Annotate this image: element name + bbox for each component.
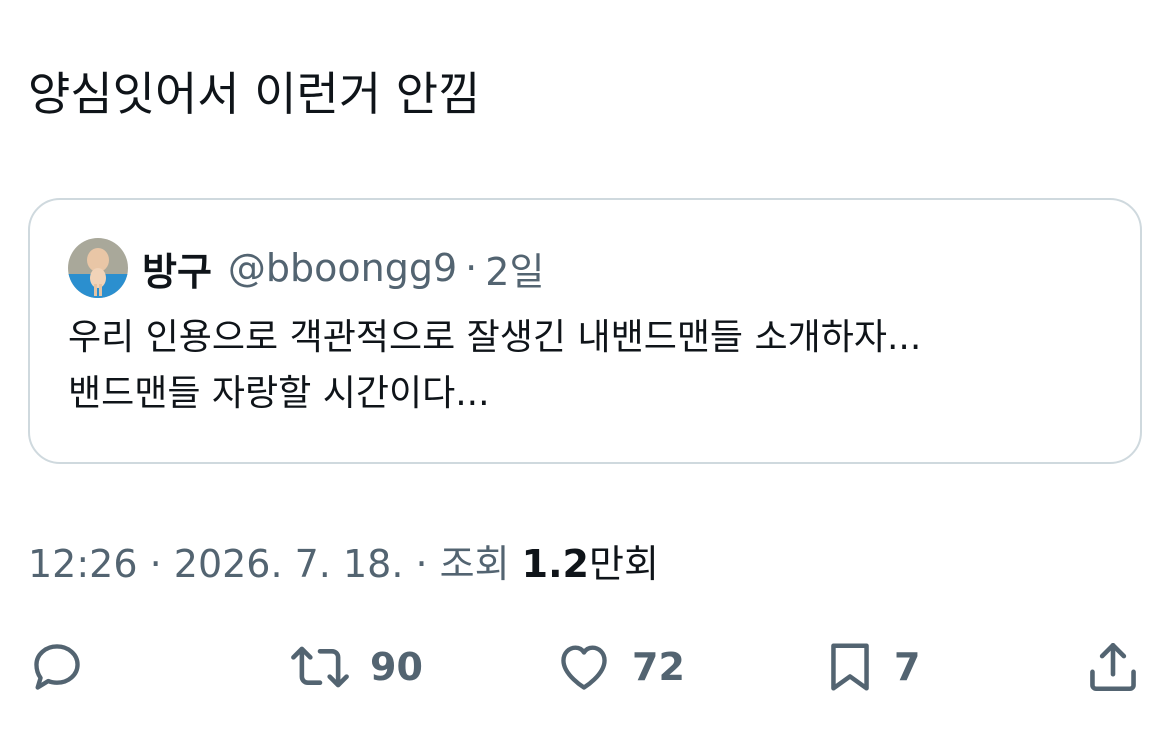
- bookmark-count: 7: [894, 645, 921, 689]
- quoted-author-handle[interactable]: @bboongg9: [228, 246, 457, 290]
- tweet-meta: 12:26 · 2026. 7. 18. · 조회 1.2만회: [28, 538, 659, 590]
- tweet-text: 양심잇어서 이런거 안낌: [28, 67, 481, 121]
- like-button[interactable]: 72: [554, 630, 685, 704]
- reply-icon: [34, 644, 80, 690]
- separator-dot: ·: [465, 246, 478, 290]
- separator-dot: ·: [137, 542, 174, 586]
- heart-icon: [561, 645, 607, 690]
- separator-dot: ·: [403, 542, 440, 586]
- retweet-button[interactable]: 90: [288, 630, 423, 704]
- share-button[interactable]: [1084, 630, 1142, 704]
- retweet-icon: [291, 646, 349, 688]
- share-icon: [1090, 642, 1136, 692]
- quoted-tweet-text: 우리 인용으로 객관적으로 잘생긴 내밴드맨들 소개하자... 밴드맨들 자랑할…: [68, 310, 1108, 422]
- quoted-timestamp[interactable]: 2일: [485, 241, 544, 296]
- quoted-text-line: 밴드맨들 자랑할 시간이다...: [68, 373, 490, 414]
- views-count[interactable]: 1.2: [522, 542, 589, 586]
- reply-button[interactable]: [28, 630, 86, 704]
- quoted-text-line: 우리 인용으로 객관적으로 잘생긴 내밴드맨들 소개하자...: [68, 317, 922, 358]
- views-unit: 만회: [589, 542, 659, 586]
- quoted-tweet-card[interactable]: 방구 @bboongg9 · 2일 우리 인용으로 객관적으로 잘생긴 내밴드맨…: [28, 198, 1142, 464]
- like-count: 72: [632, 645, 685, 689]
- quoted-author-name[interactable]: 방구: [142, 241, 212, 296]
- action-bar: 90 72 7: [0, 630, 1170, 704]
- bookmark-icon: [831, 643, 869, 691]
- retweet-count: 90: [370, 645, 423, 689]
- quoted-tweet-header: 방구 @bboongg9 · 2일: [68, 238, 544, 298]
- bookmark-button[interactable]: 7: [824, 630, 920, 704]
- avatar[interactable]: [68, 238, 128, 298]
- tweet-date[interactable]: 2026. 7. 18.: [174, 542, 404, 586]
- views-label: 조회: [439, 542, 510, 586]
- tweet-time[interactable]: 12:26: [28, 542, 138, 586]
